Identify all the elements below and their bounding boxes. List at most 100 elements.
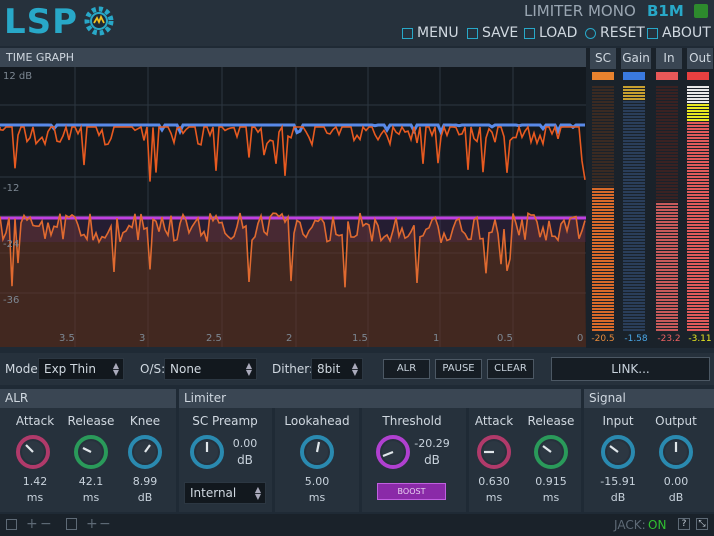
oversampling-select[interactable]: None ▲ ▼ <box>164 358 257 380</box>
meter-segment <box>656 242 678 244</box>
x-label: 2 <box>286 333 293 344</box>
plugin-id: B1M <box>647 2 684 20</box>
meter-segment <box>623 236 645 238</box>
meter-segment <box>656 176 678 178</box>
meter-segment <box>592 173 614 175</box>
time-graph[interactable]: 12 dB -12 -24 -36 3.5 3 2.5 2 1.5 1 0.5 … <box>0 67 586 347</box>
meter-segment <box>656 248 678 250</box>
meter-segment <box>687 227 709 229</box>
meter-label-in: In <box>656 48 682 69</box>
meter-segment <box>623 227 645 229</box>
zoom-out-icon[interactable]: − <box>40 516 52 532</box>
lookahead-knob[interactable] <box>299 434 335 470</box>
meter-segment <box>656 134 678 136</box>
alr-knee-knob[interactable] <box>127 434 163 470</box>
reset-button[interactable]: RESET <box>585 24 645 42</box>
window-icon[interactable] <box>6 519 17 530</box>
meter-segment <box>656 305 678 307</box>
limiter-attack-knob[interactable] <box>476 434 512 470</box>
meter-segment <box>592 269 614 271</box>
alr-release-knob[interactable] <box>73 434 109 470</box>
meter-segment <box>592 182 614 184</box>
link-button[interactable]: LINK... <box>551 357 710 381</box>
save-button[interactable]: SAVE <box>467 24 518 42</box>
y-label-minus36: -36 <box>3 295 20 306</box>
meter-segment <box>656 314 678 316</box>
meter-segment <box>687 185 709 187</box>
meter-segment <box>592 104 614 106</box>
menu-button[interactable]: MENU <box>402 24 459 42</box>
signal-output-knob[interactable] <box>658 434 694 470</box>
mode-select[interactable]: Exp Thin ▲ ▼ <box>38 358 124 380</box>
meter-segment <box>687 293 709 295</box>
meter-segment <box>623 137 645 139</box>
dither-select[interactable]: 8bit ▲ ▼ <box>311 358 363 380</box>
meter-segment <box>592 305 614 307</box>
meter-segment <box>687 110 709 112</box>
meter-segment <box>623 290 645 292</box>
meter-segment <box>623 203 645 205</box>
meter-segment <box>687 272 709 274</box>
alr-attack-knob[interactable] <box>15 434 51 470</box>
meter-segment <box>623 116 645 118</box>
limiter-release-knob[interactable] <box>533 434 569 470</box>
reset-icon <box>585 27 596 39</box>
jack-status: ON <box>648 518 667 532</box>
meter-segment <box>623 167 645 169</box>
zoom-in-icon[interactable]: + <box>26 516 38 532</box>
lookahead-value: 5.00 <box>304 475 330 488</box>
meter-segment <box>687 311 709 313</box>
about-button[interactable]: ABOUT <box>647 24 711 42</box>
meter-segment <box>656 92 678 94</box>
meter-segment <box>687 101 709 103</box>
meter-segment <box>656 185 678 187</box>
signal-group-title: Signal <box>584 389 714 408</box>
meter-segment <box>687 116 709 118</box>
meter-segment <box>687 170 709 172</box>
meter-segment <box>592 146 614 148</box>
meter-segment <box>687 281 709 283</box>
meter-segment <box>592 200 614 202</box>
power-icon[interactable] <box>694 4 708 18</box>
resize-icon[interactable]: ⤡ <box>696 518 708 530</box>
signal-output-value: 0.00 <box>663 475 689 488</box>
meter-segment <box>592 122 614 124</box>
meter-segment <box>623 146 645 148</box>
meter-segment <box>623 110 645 112</box>
meter-segment <box>687 113 709 115</box>
meter-segment <box>656 200 678 202</box>
font-size-icon[interactable] <box>66 518 77 530</box>
meter-segment <box>592 101 614 103</box>
sc-preamp-label: SC Preamp <box>192 414 258 428</box>
clear-button[interactable]: CLEAR <box>487 359 534 379</box>
meter-segment <box>623 200 645 202</box>
meter-segment <box>656 260 678 262</box>
meter-segment <box>687 98 709 100</box>
meter-segment <box>592 290 614 292</box>
meter-segment <box>592 191 614 193</box>
meter-segment <box>623 179 645 181</box>
x-label: 3 <box>139 333 146 344</box>
threshold-value: -20.29 <box>414 437 450 450</box>
font-bigger-icon[interactable]: + <box>86 516 98 532</box>
meter-segment <box>656 239 678 241</box>
alr-button[interactable]: ALR <box>383 359 430 379</box>
meter-segment <box>687 245 709 247</box>
meter-segment <box>687 104 709 106</box>
help-icon[interactable]: ? <box>678 518 690 530</box>
boost-button[interactable]: BOOST <box>377 483 446 500</box>
meter-peak <box>623 72 645 80</box>
meter-segment <box>656 128 678 130</box>
sc-source-select[interactable]: Internal ▲ ▼ <box>184 482 266 504</box>
meter-segment <box>592 86 614 88</box>
meter-value-out: -3.11 <box>688 334 712 344</box>
meter-segment <box>623 209 645 211</box>
meter-segment <box>592 284 614 286</box>
font-smaller-icon[interactable]: − <box>99 516 111 532</box>
pause-button[interactable]: PAUSE <box>435 359 482 379</box>
meter-segment <box>687 164 709 166</box>
meter-segment <box>687 326 709 328</box>
load-button[interactable]: LOAD <box>524 24 577 42</box>
signal-input-knob[interactable] <box>600 434 636 470</box>
alr-knee-value: 8.99 <box>132 475 158 488</box>
